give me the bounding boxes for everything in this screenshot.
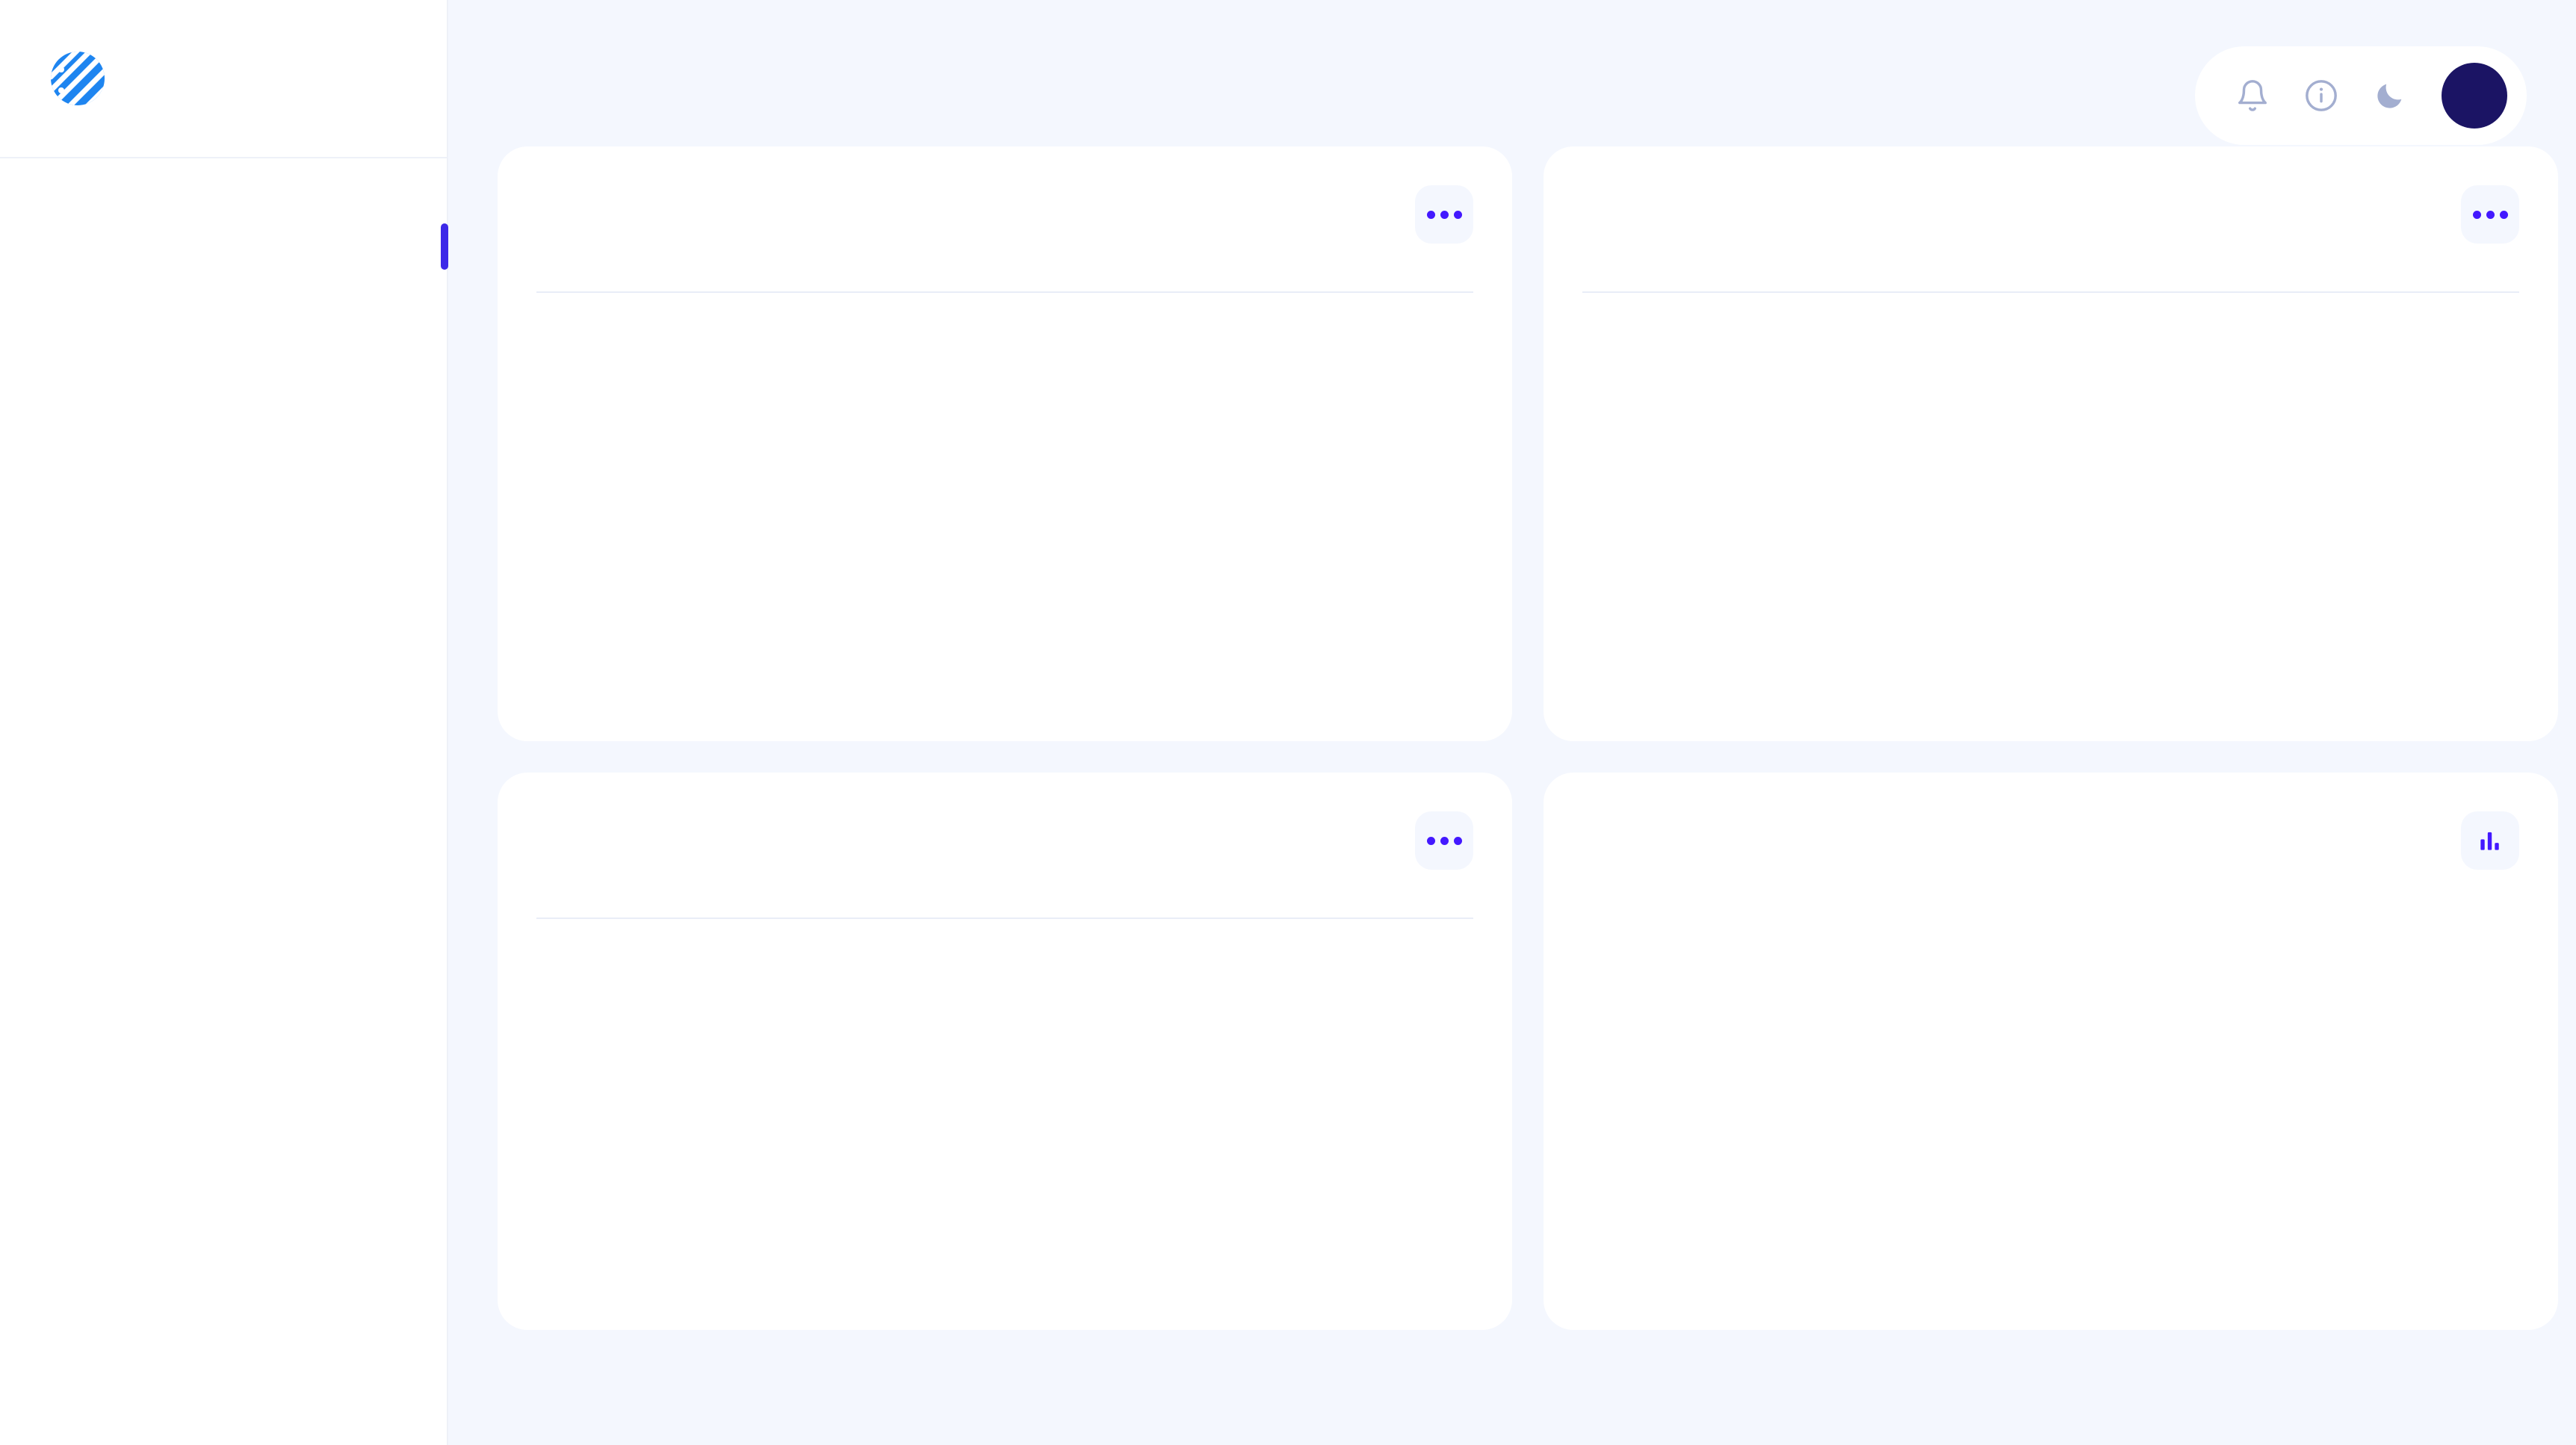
info-icon[interactable]	[2304, 78, 2338, 113]
column-header-last-transaction[interactable]	[1000, 897, 1261, 919]
sidebar-item-plan[interactable]	[0, 281, 447, 350]
column-header-last-transaction[interactable]	[880, 270, 1194, 293]
brand	[0, 0, 447, 158]
sidebar-item-dashboard[interactable]	[0, 212, 448, 281]
column-header-last-transaction[interactable]	[2083, 270, 2359, 293]
column-header-cumulative-amount[interactable]	[2359, 270, 2519, 293]
avatar[interactable]	[2442, 63, 2507, 129]
card-table3	[498, 773, 1512, 1330]
dashboard-grid	[498, 146, 2558, 1330]
card-table1	[498, 146, 1512, 741]
column-header-cumulative-amount[interactable]	[1261, 897, 1473, 919]
dots	[1426, 210, 1462, 219]
bar-chart-icon[interactable]	[2461, 811, 2519, 870]
column-header-status[interactable]	[716, 270, 880, 293]
more-horizontal-icon[interactable]	[1415, 185, 1473, 244]
topbar-actions	[2195, 46, 2527, 145]
table-header-row	[1582, 270, 2519, 293]
table1	[536, 270, 1473, 293]
card-header	[536, 185, 1473, 270]
dashboard-app	[0, 0, 2576, 1445]
chart-x-axis	[1582, 1222, 2519, 1248]
card-table2	[1544, 146, 2558, 741]
card-weekly-revenue	[1544, 773, 2558, 1330]
card-header	[1582, 185, 2519, 270]
more-horizontal-icon[interactable]	[2461, 185, 2519, 244]
table3	[536, 897, 1473, 919]
table2	[1582, 270, 2519, 293]
table-header-row	[536, 270, 1473, 293]
weekly-revenue-chart	[1582, 968, 2519, 1290]
dots	[1426, 836, 1462, 845]
column-header-address[interactable]	[1582, 270, 1859, 293]
main-content	[448, 0, 2576, 1445]
page-heading	[498, 36, 518, 42]
card-header	[536, 811, 1473, 897]
sidebar-item-profile[interactable]	[0, 350, 447, 418]
column-header-address[interactable]	[536, 270, 716, 293]
sidebar-nav	[0, 158, 448, 487]
more-horizontal-icon[interactable]	[1415, 811, 1473, 870]
column-header-status[interactable]	[775, 897, 1000, 919]
sidebar	[0, 0, 448, 1445]
dots	[2472, 210, 2508, 219]
column-header-status[interactable]	[1859, 270, 2083, 293]
chart-bars	[1582, 968, 2519, 1222]
sidebar-item-sign-in[interactable]	[0, 418, 447, 487]
moon-icon[interactable]	[2373, 78, 2407, 113]
table-header-row	[536, 897, 1473, 919]
atomicflow-globe-icon	[46, 47, 109, 110]
active-indicator	[441, 223, 448, 270]
topbar	[498, 0, 2527, 146]
card-header	[1582, 811, 2519, 897]
bell-icon[interactable]	[2235, 78, 2270, 113]
column-header-cumulative-amount[interactable]	[1194, 270, 1473, 293]
column-header-address[interactable]	[536, 897, 775, 919]
